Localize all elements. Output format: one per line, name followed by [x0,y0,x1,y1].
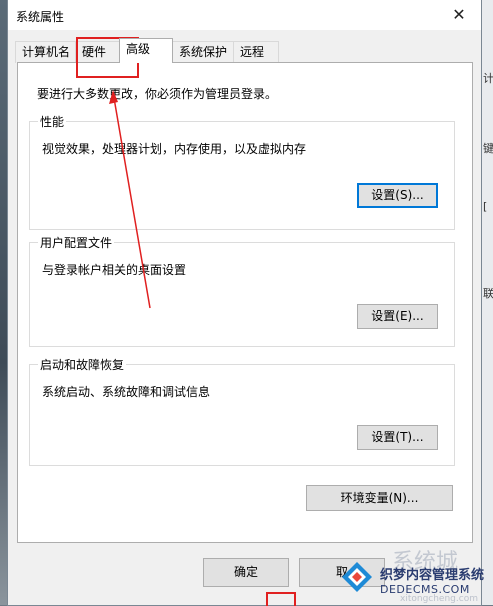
site-watermark: 系统城 织梦内容管理系统 DEDECMS.COM xitongcheng.com [330,550,493,605]
dedecms-logo-icon [342,562,372,592]
annotation-arrow [109,90,151,309]
watermark-title: 织梦内容管理系统 [380,568,485,583]
watermark-faint-url: xitongcheng.com [400,594,478,604]
tab-advanced[interactable]: 高级 [119,38,173,63]
